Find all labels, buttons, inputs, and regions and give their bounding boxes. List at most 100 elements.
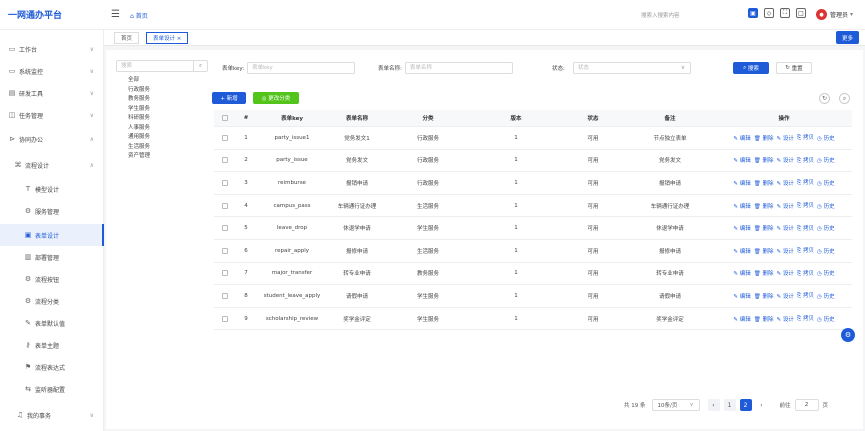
category-item[interactable]: 学生服务 [128,105,210,115]
category-item[interactable]: 人事服务 [128,124,210,134]
sidebar-item[interactable]: ⚑ 流程表达式 [0,356,104,378]
sidebar-item[interactable]: ◫ 任务管理 ∨ [0,104,104,126]
category-item[interactable]: 资产管理 [128,152,210,162]
op-edit-button[interactable]: ✎ 编辑 [733,269,750,277]
header-search[interactable]: 搜索入搜索内容 [641,11,680,19]
op-copy-button[interactable]: ⎘ 拷贝 [797,133,814,142]
tab-form-design[interactable]: 表单设计 × [146,32,189,44]
op-edit-button[interactable]: ✎ 编辑 [733,134,750,142]
sidebar-item[interactable]: ⊳ 协同办公 ∧ [0,128,104,150]
search-button[interactable]: ⌕ 搜索 [733,62,769,74]
page-size-select[interactable]: 10条/页 ∨ [651,399,700,411]
expand-icon[interactable]: □ [796,8,806,18]
op-design-button[interactable]: ✎ 设计 [777,315,794,323]
row-checkbox[interactable] [222,225,228,232]
op-edit-button[interactable]: ✎ 编辑 [733,247,750,255]
op-delete-button[interactable]: 🗑 删除 [754,315,774,323]
settings-float-icon[interactable]: ⚙ [841,328,855,342]
op-copy-button[interactable]: ⎘ 拷贝 [797,246,814,255]
op-copy-button[interactable]: ⎘ 拷贝 [797,291,814,300]
sidebar-item[interactable]: ▭ 工作台 ∨ [0,38,104,60]
reset-button[interactable]: ↻ 重置 [776,62,812,74]
op-edit-button[interactable]: ✎ 编辑 [733,179,750,187]
row-checkbox[interactable] [222,157,228,164]
op-delete-button[interactable]: 🗑 删除 [754,179,774,187]
category-item[interactable]: 教务服务 [128,95,210,105]
row-checkbox[interactable] [222,134,228,141]
page-button[interactable]: 1 [723,399,736,411]
row-checkbox[interactable] [222,270,228,277]
search-icon[interactable]: ⌕ [193,61,207,71]
prev-page-button[interactable]: ‹ [707,399,720,411]
op-design-button[interactable]: ✎ 设计 [777,156,794,164]
menu-toggle-icon[interactable]: ☰ [111,9,120,20]
category-item[interactable]: 全部 [128,76,210,86]
op-copy-button[interactable]: ⎘ 拷贝 [797,156,814,165]
row-checkbox[interactable] [222,202,228,209]
op-edit-button[interactable]: ✎ 编辑 [733,292,750,300]
more-button[interactable]: 更多 [835,31,859,44]
theme-icon[interactable]: ▣ [748,8,758,18]
category-item[interactable]: 行政服务 [128,86,210,96]
op-history-button[interactable]: ◷ 历史 [817,247,835,255]
row-checkbox[interactable] [222,315,228,322]
op-copy-button[interactable]: ⎘ 拷贝 [797,269,814,278]
sidebar-item[interactable]: ⚙ 服务管理 [0,200,104,222]
op-edit-button[interactable]: ✎ 编辑 [733,224,750,232]
op-delete-button[interactable]: 🗑 删除 [754,134,774,142]
sidebar-item[interactable]: ⌘ 流程设计 ∧ [0,154,104,176]
op-delete-button[interactable]: 🗑 删除 [754,292,774,300]
op-design-button[interactable]: ✎ 设计 [777,292,794,300]
op-design-button[interactable]: ✎ 设计 [777,269,794,277]
op-history-button[interactable]: ◷ 历史 [817,179,835,187]
refresh-icon[interactable]: ↻ [819,93,830,104]
status-select[interactable]: 状态 ∨ [572,62,691,74]
op-history-button[interactable]: ◷ 历史 [817,134,835,142]
sidebar-item[interactable]: ▭ 系统监控 ∨ [0,60,104,82]
op-copy-button[interactable]: ⎘ 拷贝 [797,314,814,323]
op-history-button[interactable]: ◷ 历史 [817,224,835,232]
op-delete-button[interactable]: 🗑 删除 [754,224,774,232]
tab-home[interactable]: 首页 [114,32,140,44]
op-copy-button[interactable]: ⎘ 拷贝 [797,224,814,233]
op-delete-button[interactable]: 🗑 删除 [754,202,774,210]
user-menu[interactable]: ● 管理员 ▾ [816,9,853,20]
op-history-button[interactable]: ◷ 历史 [817,156,835,164]
sidebar-item[interactable]: ♫ 我的事务 ∨ [0,404,104,426]
op-design-button[interactable]: ✎ 设计 [777,134,794,142]
goto-page-input[interactable]: 2 [794,399,819,411]
op-delete-button[interactable]: 🗑 删除 [754,269,774,277]
sidebar-item[interactable]: ⚙ 流程按钮 [0,268,104,290]
breadcrumb-home[interactable]: ⌂ 首页 [130,11,148,20]
op-copy-button[interactable]: ⎘ 拷贝 [797,201,814,210]
row-checkbox[interactable] [222,179,228,186]
row-checkbox[interactable] [222,292,228,299]
op-edit-button[interactable]: ✎ 编辑 [733,315,750,323]
search-toggle-icon[interactable]: ⌕ [839,93,850,104]
sidebar-item[interactable]: ▤ 研发工具 ∨ [0,82,104,104]
op-history-button[interactable]: ◷ 历史 [817,315,835,323]
row-checkbox[interactable] [222,247,228,254]
form-key-input[interactable]: 表单key [247,62,356,74]
op-edit-button[interactable]: ✎ 编辑 [733,202,750,210]
change-category-button[interactable]: ◎ 更改分类 [253,92,299,104]
op-history-button[interactable]: ◷ 历史 [817,292,835,300]
sidebar-item[interactable]: ⇆ 监听器配置 [0,378,104,400]
fullscreen-icon[interactable]: ⛶ [780,8,790,18]
form-name-input[interactable]: 表单名称 [404,62,513,74]
category-item[interactable]: 生活服务 [128,143,210,153]
add-button[interactable]: + 新增 [212,92,246,104]
op-delete-button[interactable]: 🗑 删除 [754,247,774,255]
category-search-input[interactable]: 搜索 ⌕ [116,60,208,72]
op-design-button[interactable]: ✎ 设计 [777,247,794,255]
shield-icon[interactable]: ◇ [764,8,774,18]
sidebar-item[interactable]: ⚙ 流程分类 [0,290,104,312]
op-design-button[interactable]: ✎ 设计 [777,202,794,210]
op-history-button[interactable]: ◷ 历史 [817,269,835,277]
op-copy-button[interactable]: ⎘ 拷贝 [797,178,814,187]
sidebar-item[interactable]: T 模型设计 [0,178,104,200]
sidebar-item[interactable]: ▥ 部署管理 [0,246,104,268]
category-item[interactable]: 科研服务 [128,114,210,124]
sidebar-item[interactable]: ▣ 表单设计 [0,224,104,246]
op-design-button[interactable]: ✎ 设计 [777,179,794,187]
